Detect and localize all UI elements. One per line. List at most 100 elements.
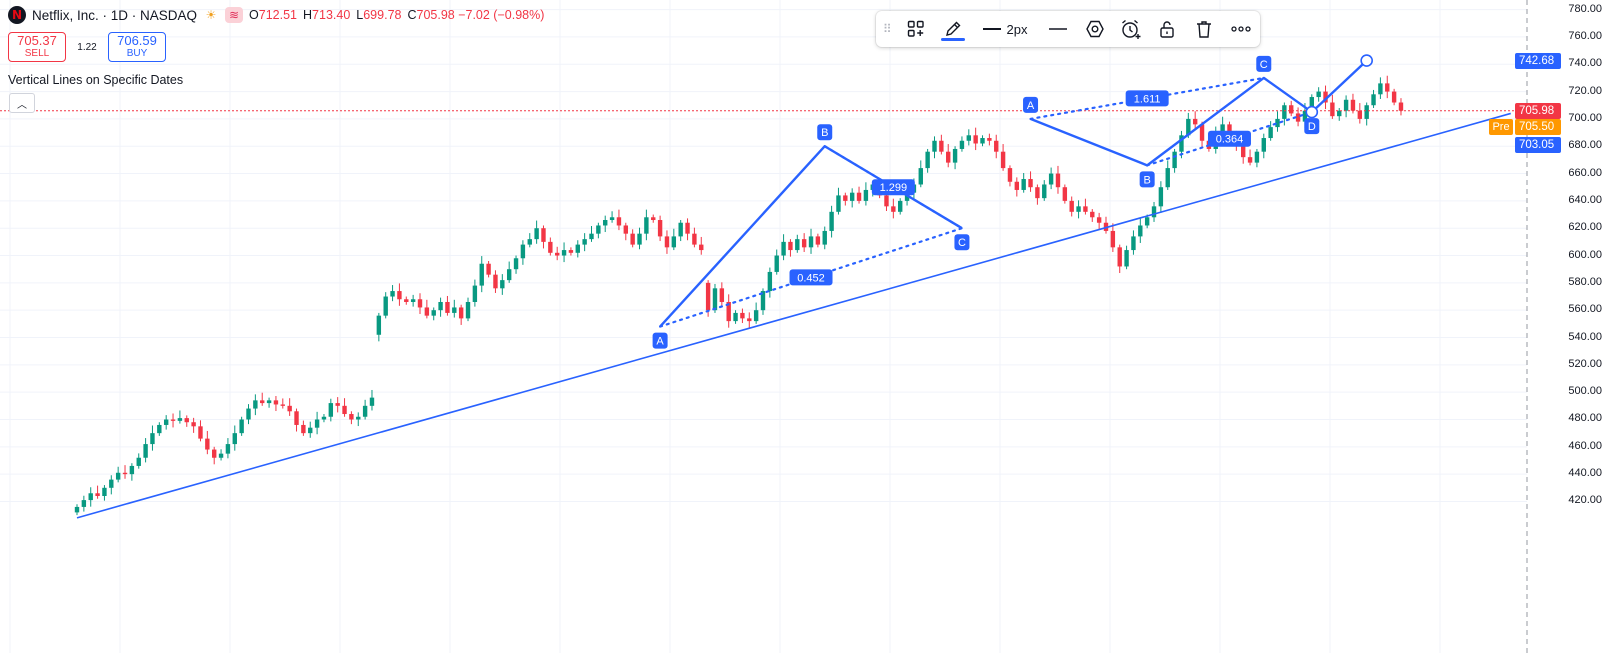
ohlc-values: O712.51 H713.40 L699.78 C705.98 −7.02 (−…: [249, 8, 544, 22]
candle-body: [1138, 225, 1143, 237]
pattern-ratio-label: 1.611: [1125, 90, 1169, 107]
drag-handle-icon[interactable]: ⠿: [876, 11, 898, 47]
candle-body: [637, 233, 642, 245]
candle-body: [843, 195, 848, 201]
candle-body: [603, 220, 608, 226]
candle-body: [218, 453, 224, 458]
line-width-icon[interactable]: 2px: [971, 11, 1040, 47]
candle-body: [767, 271, 773, 292]
price-label[interactable]: 705.50: [1515, 118, 1561, 135]
alarm-add-icon[interactable]: [1112, 11, 1149, 47]
ohlc-close: C705.98 −7.02 (−0.98%): [407, 8, 545, 22]
candle-body: [705, 282, 711, 311]
candle-body: [253, 400, 258, 409]
candle-body: [829, 211, 834, 231]
candle-body: [836, 195, 841, 212]
price-chart[interactable]: 0.452 1.299 A B C 1.611 0.364 A B C D: [0, 0, 1618, 653]
candle-body: [973, 135, 978, 144]
label-text: 0.364: [1216, 134, 1244, 146]
candle-body: [1021, 179, 1026, 190]
indicator-title[interactable]: Vertical Lines on Specific Dates: [8, 73, 183, 87]
label-text: D: [1308, 121, 1316, 133]
candle-body: [589, 233, 594, 240]
candle-body: [88, 493, 93, 501]
candle-body: [808, 236, 814, 248]
more-icon[interactable]: [1223, 11, 1260, 47]
ohlc-open: O712.51: [249, 8, 298, 22]
candle-body: [568, 250, 574, 253]
candle-body: [74, 506, 80, 513]
price-axis-tick: 720.00: [1568, 84, 1602, 97]
wave-icon[interactable]: ≋: [225, 7, 244, 23]
price-axis-tick: 780.00: [1568, 2, 1602, 15]
candle-body: [891, 206, 896, 212]
candle-body: [109, 479, 114, 488]
price-axis-tick: 760.00: [1568, 29, 1602, 42]
candle-body: [294, 411, 299, 425]
price-axis-tick: 420.00: [1568, 494, 1602, 507]
candle-body: [260, 400, 265, 404]
hexagon-icon[interactable]: [1077, 11, 1112, 47]
candle-body: [493, 274, 498, 289]
candle-body: [801, 239, 807, 248]
candle-body: [623, 225, 628, 234]
price-label[interactable]: 742.68: [1515, 52, 1561, 69]
candle-body: [280, 404, 285, 406]
candle-body: [644, 217, 649, 234]
lock-icon[interactable]: [1150, 11, 1185, 47]
netflix-logo[interactable]: N: [8, 6, 26, 24]
candle-body: [232, 433, 237, 445]
candle-body: [266, 400, 272, 404]
sell-button[interactable]: 705.37 SELL: [8, 32, 66, 62]
label-text: B: [821, 127, 828, 139]
ohlc-high: H713.40: [303, 8, 351, 22]
candle-body: [1172, 151, 1177, 169]
candle-body: [898, 200, 903, 212]
template-icon[interactable]: [898, 11, 935, 47]
chevron-up-icon[interactable]: ︿: [9, 93, 35, 113]
label-text: A: [1027, 100, 1035, 112]
candle-body: [308, 427, 313, 434]
candle-body: [1096, 217, 1102, 223]
price-axis-tick: 620.00: [1568, 221, 1602, 234]
price-axis-tick: 500.00: [1568, 385, 1602, 398]
candle-body: [1398, 102, 1404, 111]
candle-body: [1062, 187, 1068, 201]
chart-stage[interactable]: 0.452 1.299 A B C 1.611 0.364 A B C D N Netflix, I…: [0, 0, 1618, 653]
candle-body: [980, 138, 985, 144]
candlestick-series: [74, 75, 1404, 516]
candle-body: [1247, 157, 1253, 163]
price-label[interactable]: 705.98: [1515, 102, 1561, 119]
candle-body: [1289, 105, 1294, 114]
symbol-title[interactable]: Netflix, Inc. · 1D · NASDAQ: [32, 8, 197, 23]
line-style-icon[interactable]: [1039, 11, 1076, 47]
label-text: A: [656, 336, 664, 348]
candle-body: [555, 252, 560, 256]
price-axis-tick: 580.00: [1568, 275, 1602, 288]
candle-body: [157, 424, 162, 434]
price-label[interactable]: 703.05: [1515, 136, 1561, 153]
candle-body: [170, 419, 176, 421]
candle-body: [1158, 187, 1164, 207]
candle-body: [849, 192, 855, 201]
price-axis-tick: 600.00: [1568, 248, 1602, 261]
candle-body: [150, 433, 155, 445]
candle-body: [1117, 247, 1122, 267]
candle-body: [1357, 110, 1363, 119]
pencil-icon[interactable]: [935, 11, 970, 47]
candle-body: [884, 195, 889, 207]
buy-button[interactable]: 706.59 BUY: [108, 32, 166, 62]
drawing-anchor-handle: [1360, 54, 1373, 67]
candle-body: [1364, 105, 1369, 119]
candle-body: [939, 140, 944, 152]
sun-icon[interactable]: ☀: [203, 7, 219, 23]
trash-icon[interactable]: [1185, 11, 1222, 47]
candle-body: [1254, 151, 1260, 163]
candle-body: [994, 140, 999, 152]
candle-body: [925, 151, 930, 169]
candle-body: [287, 405, 292, 412]
candle-body: [376, 315, 382, 335]
candle-body: [692, 233, 697, 245]
candle-body: [122, 472, 128, 475]
candle-body: [740, 312, 745, 319]
